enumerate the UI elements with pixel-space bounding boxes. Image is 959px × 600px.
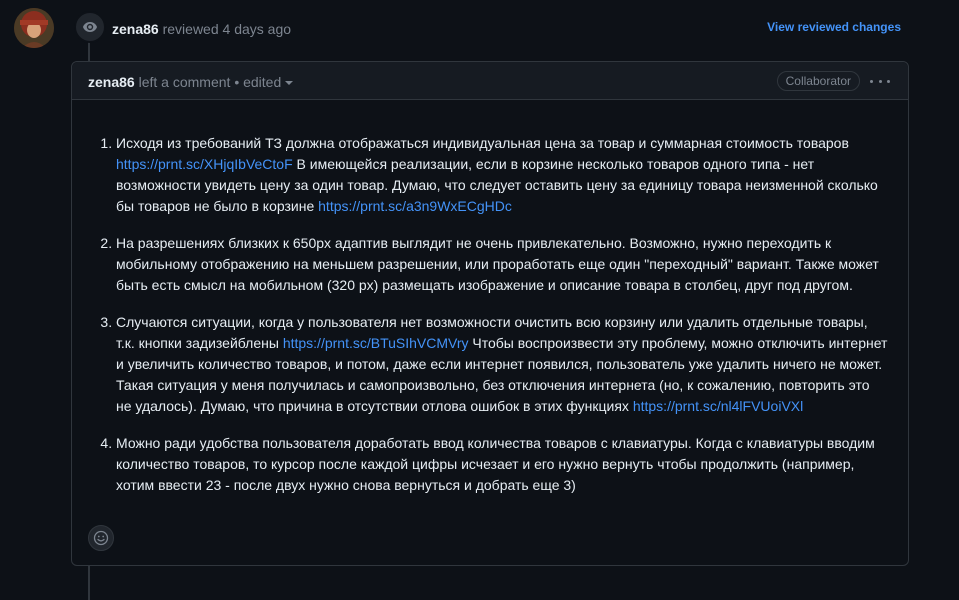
comment-list-item: Можно ради удобства пользователя доработ… (116, 433, 888, 496)
edited-label: edited (243, 74, 282, 90)
view-reviewed-changes-link[interactable]: View reviewed changes (767, 18, 901, 36)
comment-link[interactable]: https://prnt.sc/XHjqIbVeCtoF (116, 156, 293, 172)
add-reaction-button[interactable] (88, 525, 114, 551)
comment-separator: • (234, 74, 240, 90)
comment-action: left a comment (138, 74, 231, 90)
comment-body: Исходя из требований ТЗ должна отображат… (72, 100, 908, 496)
comment-meta: zena86 left a comment • edited (88, 72, 294, 92)
review-action: reviewed (162, 21, 219, 37)
collaborator-badge: Collaborator (776, 71, 860, 91)
comment-text: Можно ради удобства пользователя доработ… (116, 435, 875, 493)
comment-list-item: Случаются ситуации, когда у пользователя… (116, 312, 888, 417)
avatar[interactable] (14, 8, 54, 48)
comment-author[interactable]: zena86 (88, 74, 135, 90)
comment-list-item: Исходя из требований ТЗ должна отображат… (116, 133, 888, 217)
smiley-icon (93, 530, 109, 546)
comment-box: zena86 left a comment • edited Collabora… (71, 61, 909, 566)
eye-icon (74, 11, 106, 43)
edited-dropdown[interactable]: edited (243, 74, 294, 90)
comment-link[interactable]: https://prnt.sc/nl4lFVUoiVXl (633, 398, 803, 414)
review-time[interactable]: 4 days ago (223, 21, 292, 37)
comment-link[interactable]: https://prnt.sc/a3n9WxECgHDc (318, 198, 512, 214)
comment-link[interactable]: https://prnt.sc/BTuSIhVCMVry (283, 335, 469, 351)
kebab-horizontal-icon[interactable] (870, 71, 890, 91)
review-header: zena86 reviewed 4 days ago (112, 19, 291, 39)
comment-list: Исходя из требований ТЗ должна отображат… (88, 133, 888, 496)
comment-header: zena86 left a comment • edited Collabora… (72, 62, 908, 100)
comment-list-item: На разрешениях близких к 650px адаптив в… (116, 233, 888, 296)
triangle-down-icon (285, 81, 294, 86)
comment-text: На разрешениях близких к 650px адаптив в… (116, 235, 879, 293)
comment-text: Исходя из требований ТЗ должна отображат… (116, 135, 849, 151)
review-author[interactable]: zena86 (112, 21, 159, 37)
avatar-image (14, 8, 54, 48)
